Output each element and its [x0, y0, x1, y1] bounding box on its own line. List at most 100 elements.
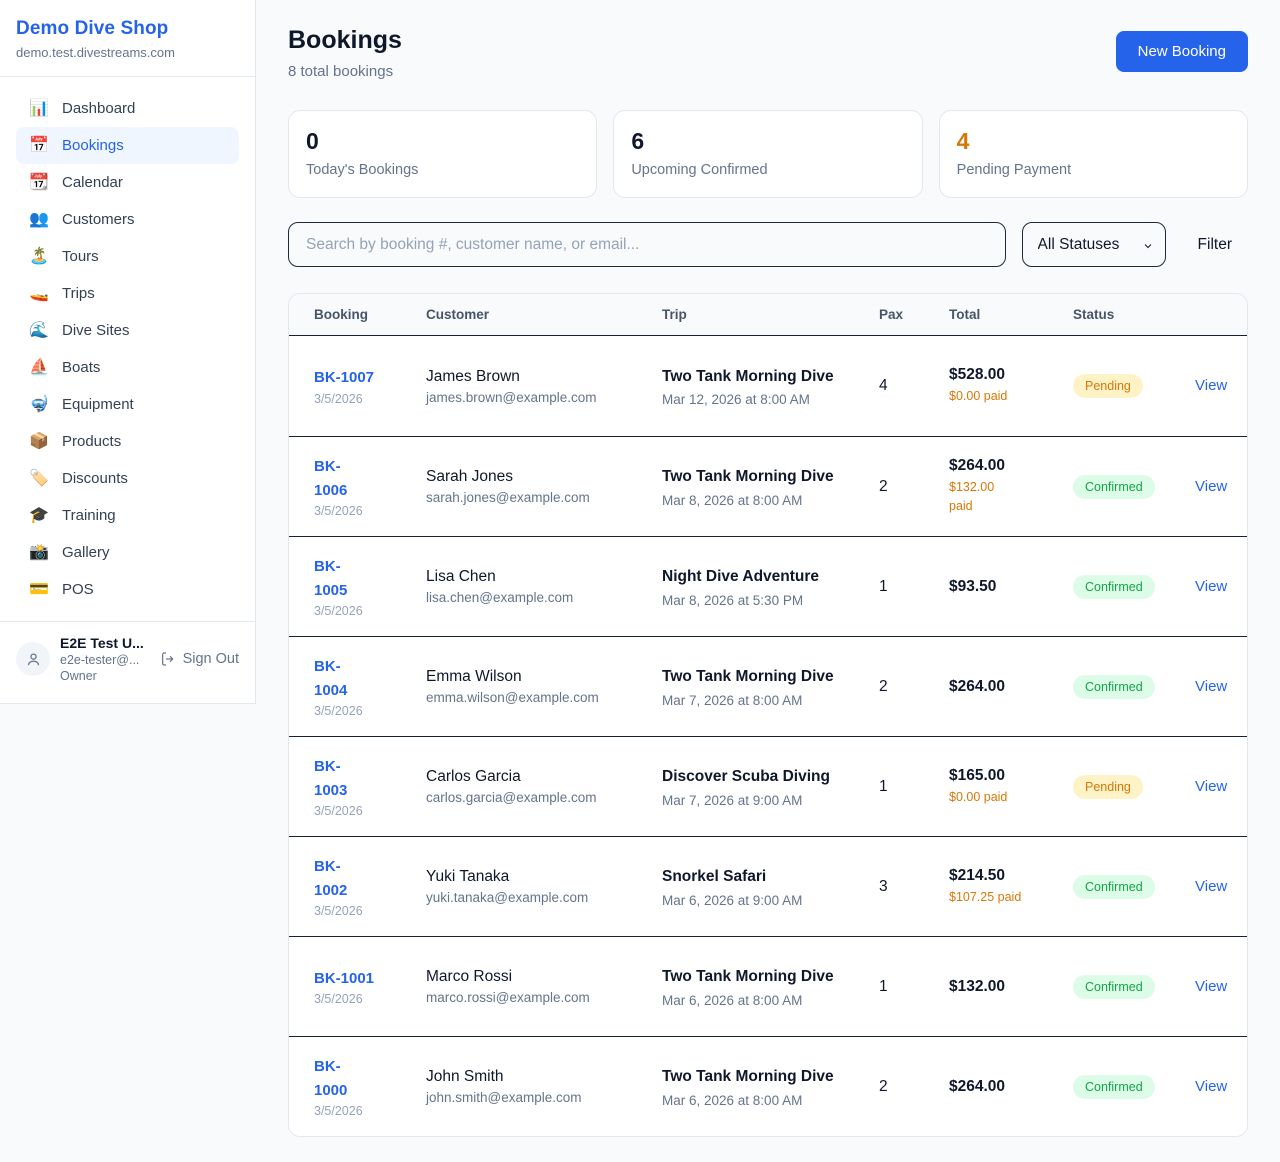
page-title: Bookings: [288, 26, 402, 55]
sidebar-item-dashboard[interactable]: 📊 Dashboard: [16, 90, 239, 127]
trip-name: Two Tank Morning Dive: [662, 465, 834, 488]
sidebar-item-products[interactable]: 📦 Products: [16, 423, 239, 460]
sidebar-item-tours[interactable]: 🏝️ Tours: [16, 238, 239, 275]
sidebar-item-pos[interactable]: 💳 POS: [16, 571, 239, 608]
pax-cell: 1: [879, 578, 949, 596]
booking-id-link[interactable]: BK-1001: [314, 967, 426, 990]
trip-cell: Snorkel Safari Mar 6, 2026 at 9:00 AM: [662, 865, 879, 907]
pax-cell: 1: [879, 978, 949, 996]
customer-name: John Smith: [426, 1068, 662, 1086]
actions-cell: View: [1195, 377, 1227, 395]
booking-cell: BK-1002 3/5/2026: [314, 855, 426, 918]
sidebar-item-bookings[interactable]: 📅 Bookings: [16, 127, 239, 164]
column-header-customer: Customer: [426, 307, 662, 322]
customer-name: Marco Rossi: [426, 968, 662, 986]
view-link[interactable]: View: [1195, 978, 1227, 995]
sidebar-item-customers[interactable]: 👥 Customers: [16, 201, 239, 238]
sign-out-button[interactable]: Sign Out: [160, 651, 239, 667]
booking-id-link[interactable]: BK-1004: [314, 655, 426, 702]
sidebar-item-label: Trips: [62, 285, 95, 302]
sidebar-item-label: Calendar: [62, 174, 123, 191]
booking-id-link[interactable]: BK-1003: [314, 755, 426, 802]
view-link[interactable]: View: [1195, 377, 1227, 394]
total-cell: $528.00 $0.00 paid: [949, 366, 1073, 406]
sidebar-item-boats[interactable]: ⛵ Boats: [16, 349, 239, 386]
pax-cell: 2: [879, 678, 949, 696]
sidebar-item-equipment[interactable]: 🤿 Equipment: [16, 386, 239, 423]
page-subtitle: 8 total bookings: [288, 63, 402, 80]
booking-cell: BK-1004 3/5/2026: [314, 655, 426, 718]
customer-cell: Lisa Chen lisa.chen@example.com: [426, 568, 662, 605]
booking-cell: BK-1000 3/5/2026: [314, 1055, 426, 1118]
customer-name: James Brown: [426, 368, 662, 386]
view-link[interactable]: View: [1195, 878, 1227, 895]
column-header-pax: Pax: [879, 307, 949, 322]
booking-date: 3/5/2026: [314, 904, 426, 918]
trip-name: Two Tank Morning Dive: [662, 365, 834, 388]
trip-cell: Two Tank Morning Dive Mar 8, 2026 at 8:0…: [662, 465, 879, 507]
customer-email: carlos.garcia@example.com: [426, 790, 662, 805]
pax-cell: 1: [879, 778, 949, 796]
customer-cell: Carlos Garcia carlos.garcia@example.com: [426, 768, 662, 805]
paid-amount: $107.25 paid: [949, 888, 1073, 907]
calendar-icon: 📆: [29, 175, 49, 191]
trip-name: Snorkel Safari: [662, 865, 834, 888]
status-filter-select[interactable]: All Statuses: [1022, 222, 1166, 267]
user-info: E2E Test U... e2e-tester@... Owner: [60, 635, 150, 683]
customer-name: Emma Wilson: [426, 668, 662, 686]
customer-name: Carlos Garcia: [426, 768, 662, 786]
view-link[interactable]: View: [1195, 478, 1227, 495]
booking-date: 3/5/2026: [314, 992, 426, 1006]
search-input[interactable]: [288, 222, 1006, 267]
pax-cell: 3: [879, 878, 949, 896]
sidebar-item-calendar[interactable]: 📆 Calendar: [16, 164, 239, 201]
brand-name: Demo Dive Shop: [16, 18, 239, 40]
booking-id-link[interactable]: BK-1007: [314, 366, 426, 389]
sidebar-item-trips[interactable]: 🚤 Trips: [16, 275, 239, 312]
sidebar-nav: 📊 Dashboard 📅 Bookings 📆 Calendar 👥 Cust…: [0, 77, 255, 621]
view-link[interactable]: View: [1195, 1078, 1227, 1095]
toolbar: All Statuses Filter: [288, 222, 1248, 267]
booking-id-link[interactable]: BK-1000: [314, 1055, 426, 1102]
paid-amount: $132.00 paid: [949, 478, 1073, 516]
bookings-table: Booking Customer Trip Pax Total Status B…: [288, 293, 1248, 1137]
sidebar-item-discounts[interactable]: 🏷️ Discounts: [16, 460, 239, 497]
booking-id-link[interactable]: BK-1006: [314, 455, 426, 502]
total-amount: $264.00: [949, 1078, 1073, 1096]
total-amount: $528.00: [949, 366, 1073, 384]
sidebar-item-label: Training: [62, 507, 116, 524]
booking-date: 3/5/2026: [314, 604, 426, 618]
booking-date: 3/5/2026: [314, 704, 426, 718]
view-link[interactable]: View: [1195, 678, 1227, 695]
customer-email: emma.wilson@example.com: [426, 690, 662, 705]
customer-name: Sarah Jones: [426, 468, 662, 486]
view-link[interactable]: View: [1195, 578, 1227, 595]
stats-row: 0 Today's Bookings 6 Upcoming Confirmed …: [288, 110, 1248, 198]
trip-datetime: Mar 6, 2026 at 8:00 AM: [662, 993, 879, 1008]
table-header-row: Booking Customer Trip Pax Total Status: [289, 294, 1247, 336]
total-cell: $132.00: [949, 978, 1073, 996]
trip-cell: Night Dive Adventure Mar 8, 2026 at 5:30…: [662, 565, 879, 607]
gallery-icon: 📸: [29, 545, 49, 561]
actions-cell: View: [1195, 778, 1227, 796]
new-booking-button[interactable]: New Booking: [1116, 31, 1248, 72]
sidebar-item-dive-sites[interactable]: 🌊 Dive Sites: [16, 312, 239, 349]
sidebar-item-gallery[interactable]: 📸 Gallery: [16, 534, 239, 571]
sidebar-item-label: Discounts: [62, 470, 128, 487]
booking-date: 3/5/2026: [314, 804, 426, 818]
status-filter-wrap: All Statuses: [1022, 222, 1166, 267]
user-email: e2e-tester@...: [60, 653, 150, 667]
status-badge: Pending: [1073, 775, 1143, 799]
paid-amount: $0.00 paid: [949, 387, 1073, 406]
booking-id-link[interactable]: BK-1002: [314, 855, 426, 902]
view-link[interactable]: View: [1195, 778, 1227, 795]
trip-datetime: Mar 6, 2026 at 8:00 AM: [662, 1093, 879, 1108]
booking-id-link[interactable]: BK-1005: [314, 555, 426, 602]
page-header: Bookings 8 total bookings New Booking: [288, 26, 1248, 80]
stat-value: 4: [957, 128, 1230, 155]
sidebar-item-training[interactable]: 🎓 Training: [16, 497, 239, 534]
products-icon: 📦: [29, 434, 49, 450]
filter-button[interactable]: Filter: [1182, 236, 1248, 254]
trip-name: Two Tank Morning Dive: [662, 965, 834, 988]
paid-amount: $0.00 paid: [949, 788, 1073, 807]
